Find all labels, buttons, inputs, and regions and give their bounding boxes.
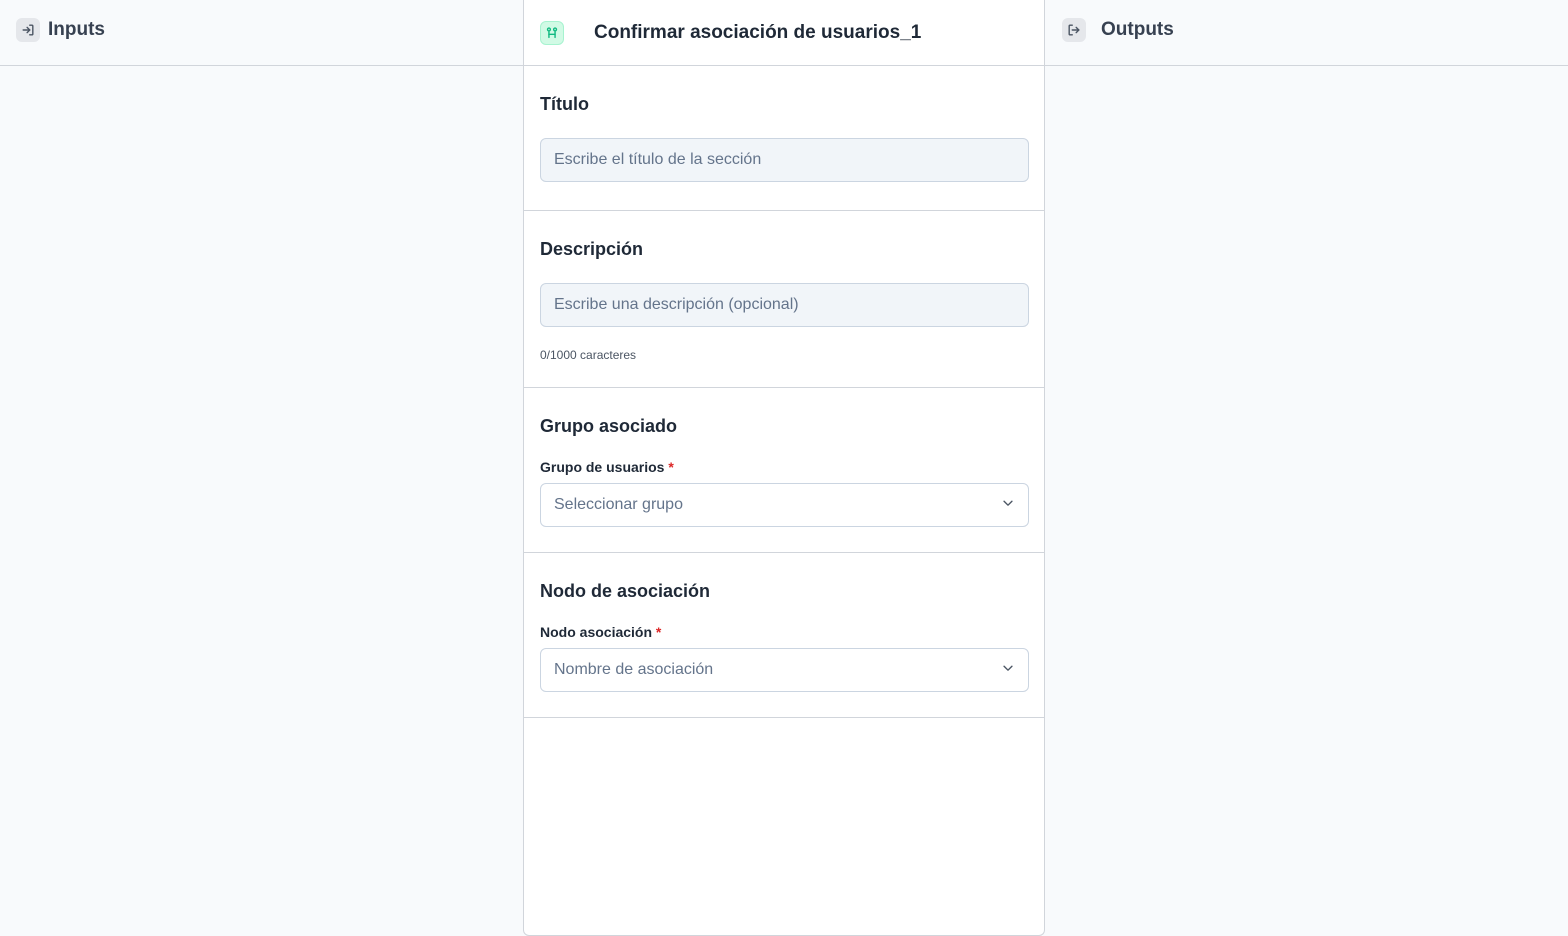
- chevron-down-icon: [1001, 661, 1015, 680]
- section-grupo-asociado: Grupo asociado Grupo de usuarios * Selec…: [524, 388, 1044, 553]
- titulo-input[interactable]: [540, 138, 1029, 182]
- node-header: Confirmar asociación de usuarios_1: [524, 0, 1044, 66]
- grupo-usuarios-label-text: Grupo de usuarios: [540, 459, 665, 475]
- inputs-title: Inputs: [48, 18, 105, 40]
- login-arrow-icon: [16, 17, 40, 42]
- required-mark: *: [655, 624, 662, 640]
- inputs-panel: Inputs: [0, 0, 523, 936]
- descripcion-heading: Descripción: [540, 239, 644, 259]
- node-config-panel: Confirmar asociación de usuarios_1 Títul…: [523, 0, 1045, 936]
- descripcion-input[interactable]: [540, 283, 1029, 327]
- section-titulo: Título: [524, 66, 1044, 211]
- node-title: Confirmar asociación de usuarios_1: [594, 21, 922, 43]
- section-nodo-asociacion: Nodo de asociación Nodo asociación * Nom…: [524, 553, 1044, 718]
- nodo-asociacion-label: Nodo asociación *: [540, 624, 1028, 640]
- nodo-asociacion-select[interactable]: Nombre de asociación: [540, 648, 1029, 692]
- user-group-icon: [540, 20, 564, 45]
- nodo-asociacion-selected: Nombre de asociación: [554, 661, 714, 678]
- chevron-down-icon: [1001, 496, 1015, 515]
- nodo-asociacion-label-text: Nodo asociación: [540, 624, 653, 640]
- titulo-heading: Título: [540, 94, 589, 114]
- character-counter: 0/1000 caracteres: [540, 348, 637, 362]
- grupo-heading: Grupo asociado: [540, 416, 678, 436]
- grupo-usuarios-selected: Seleccionar grupo: [554, 496, 683, 513]
- outputs-panel: Outputs: [1045, 0, 1568, 936]
- section-descripcion: Descripción 0/1000 caracteres: [524, 211, 1044, 388]
- required-mark: *: [668, 459, 674, 475]
- grupo-usuarios-select[interactable]: Seleccionar grupo: [540, 483, 1029, 527]
- logout-arrow-icon: [1062, 17, 1086, 42]
- outputs-header: Outputs: [1045, 0, 1568, 66]
- outputs-title: Outputs: [1101, 18, 1174, 40]
- nodo-heading: Nodo de asociación: [540, 581, 711, 601]
- grupo-usuarios-label: Grupo de usuarios *: [540, 459, 1028, 475]
- inputs-header: Inputs: [0, 0, 523, 66]
